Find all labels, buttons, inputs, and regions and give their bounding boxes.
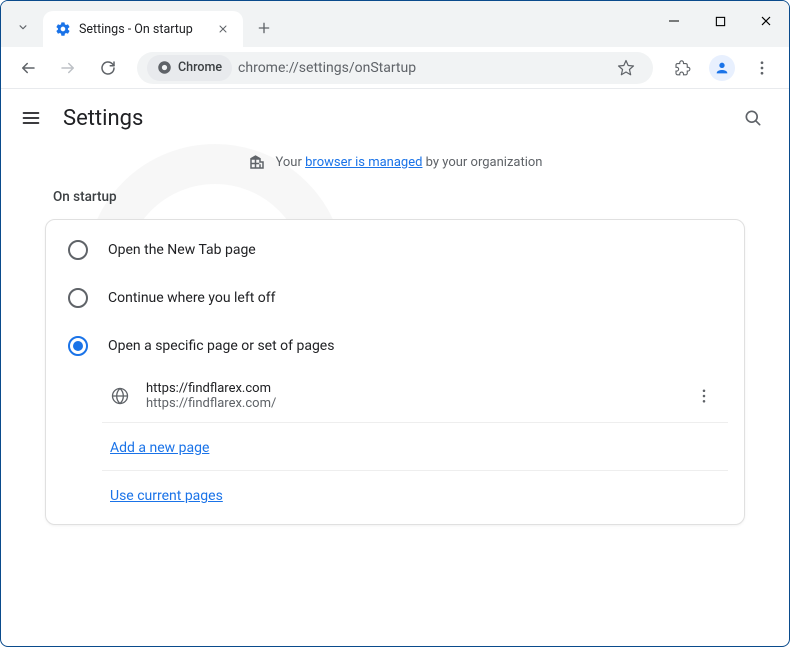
startup-card: Open the New Tab page Continue where you… [45,219,745,525]
browser-window: Settings - On startup Chrome [0,0,790,647]
use-current-pages-link[interactable]: Use current pages [110,488,223,504]
gear-icon [55,21,71,37]
toolbar: Chrome chrome://settings/onStartup [1,47,789,89]
window-controls [651,1,789,41]
profile-button[interactable] [705,51,739,85]
settings-header: Settings [1,89,789,147]
url-text: chrome://settings/onStartup [238,60,416,76]
managed-banner: Your browser is managed by your organiza… [1,147,789,189]
extensions-button[interactable] [665,51,699,85]
page-entry-title: https://findflarex.com [146,381,276,396]
site-chip[interactable]: Chrome [147,55,232,81]
page-title: Settings [63,106,143,131]
radio-icon [68,288,88,308]
close-window-button[interactable] [743,1,789,41]
tab-search-button[interactable] [7,11,39,43]
radio-option-continue[interactable]: Continue where you left off [46,274,744,322]
radio-option-new-tab[interactable]: Open the New Tab page [46,226,744,274]
content-area: On startup Open the New Tab page Continu… [1,189,789,525]
add-new-page-row: Add a new page [102,423,728,471]
domain-icon [248,153,266,171]
minimize-button[interactable] [651,1,697,41]
radio-icon [68,240,88,260]
menu-button[interactable] [19,106,43,130]
close-tab-button[interactable] [215,21,231,37]
maximize-button[interactable] [697,1,743,41]
browser-tab[interactable]: Settings - On startup [43,11,243,47]
new-tab-button[interactable] [249,13,279,43]
tab-title: Settings - On startup [79,22,193,37]
back-button[interactable] [11,51,45,85]
radio-label: Open a specific page or set of pages [108,338,334,354]
managed-text: Your browser is managed by your organiza… [276,155,543,170]
managed-link[interactable]: browser is managed [305,155,422,170]
radio-option-specific-pages[interactable]: Open a specific page or set of pages [46,322,744,370]
browser-menu-button[interactable] [745,51,779,85]
reload-button[interactable] [91,51,125,85]
forward-button[interactable] [51,51,85,85]
radio-label: Continue where you left off [108,290,276,306]
site-chip-label: Chrome [178,60,222,75]
add-new-page-link[interactable]: Add a new page [110,440,209,456]
avatar-icon [709,55,735,81]
page-entry-menu-button[interactable] [688,380,720,412]
section-title: On startup [53,189,745,205]
address-bar[interactable]: Chrome chrome://settings/onStartup [137,52,653,84]
startup-page-entry: https://findflarex.com https://findflare… [102,370,728,423]
search-settings-button[interactable] [735,100,771,136]
title-bar: Settings - On startup [1,1,789,47]
bookmark-button[interactable] [609,51,643,85]
globe-icon [110,386,130,406]
radio-label: Open the New Tab page [108,242,256,258]
page-entry-url: https://findflarex.com/ [146,396,276,411]
use-current-pages-row: Use current pages [102,471,728,518]
radio-icon-selected [68,336,88,356]
startup-pages-list: https://findflarex.com https://findflare… [46,370,744,518]
